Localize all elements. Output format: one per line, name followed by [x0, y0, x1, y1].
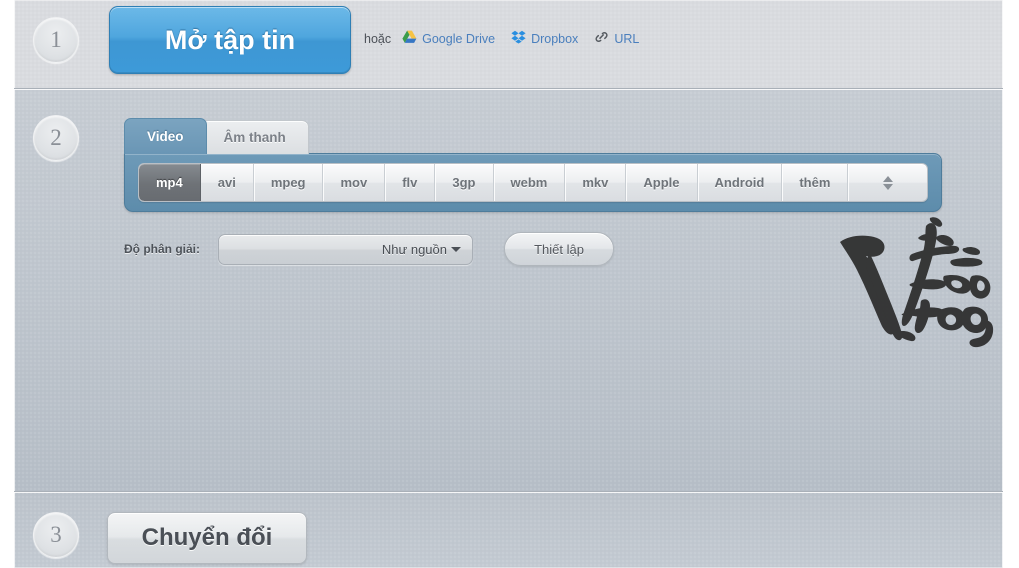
- format-option-flv[interactable]: flv: [385, 164, 436, 201]
- dropbox-icon: [511, 30, 526, 47]
- calligraphy-watermark: [826, 214, 998, 354]
- or-label: hoặc: [364, 31, 392, 46]
- format-option-3gp[interactable]: 3gp: [435, 164, 494, 201]
- format-option-avi[interactable]: avi: [201, 164, 254, 201]
- url-label: URL: [614, 31, 640, 46]
- google-drive-label: Google Drive: [422, 31, 496, 46]
- page-body: 1 Mở tập tin hoặc Google Drive Dropbox U…: [14, 0, 1003, 568]
- open-file-button[interactable]: Mở tập tin: [109, 6, 351, 74]
- chevron-down-icon: [451, 247, 461, 252]
- format-stepper[interactable]: [848, 164, 927, 201]
- media-type-tabs: Video Âm thanh: [124, 118, 309, 154]
- format-option-mpeg[interactable]: mpeg: [254, 164, 324, 201]
- format-option-mp4[interactable]: mp4: [139, 164, 201, 201]
- section-divider-bottom: [14, 491, 1003, 492]
- page-edge-right: [1002, 0, 1003, 568]
- google-drive-link[interactable]: Google Drive: [402, 30, 495, 47]
- converter-page: 1 Mở tập tin hoặc Google Drive Dropbox U…: [0, 0, 1019, 568]
- resolution-label: Độ phân giải:: [124, 242, 200, 256]
- settings-button[interactable]: Thiết lập: [504, 232, 614, 266]
- resolution-dropdown[interactable]: Như nguồn: [218, 234, 473, 265]
- resolution-value: Như nguồn: [381, 242, 447, 257]
- url-link[interactable]: URL: [594, 30, 639, 47]
- format-option-android[interactable]: Android: [698, 164, 783, 201]
- step-number-2: 2: [33, 115, 79, 161]
- format-option-more[interactable]: thêm: [782, 164, 849, 201]
- tab-video[interactable]: Video: [124, 118, 207, 154]
- page-edge-left: [14, 0, 15, 568]
- format-option-apple[interactable]: Apple: [626, 164, 698, 201]
- step-number-1: 1: [33, 17, 79, 63]
- link-icon: [594, 30, 609, 47]
- convert-button[interactable]: Chuyển đổi: [107, 512, 307, 564]
- format-selector: mp4 avi mpeg mov flv 3gp webm mkv Apple …: [138, 163, 928, 202]
- format-option-webm[interactable]: webm: [494, 164, 566, 201]
- step-number-3: 3: [33, 512, 79, 558]
- tab-audio[interactable]: Âm thanh: [200, 120, 309, 154]
- dropbox-label: Dropbox: [531, 31, 579, 46]
- format-option-mkv[interactable]: mkv: [565, 164, 627, 201]
- alternate-sources: hoặc Google Drive Dropbox URL: [364, 30, 639, 47]
- format-option-mov[interactable]: mov: [323, 164, 386, 201]
- dropbox-link[interactable]: Dropbox: [511, 30, 578, 47]
- google-drive-icon: [402, 30, 417, 47]
- updown-arrows-icon: [882, 175, 893, 190]
- section-divider-top: [14, 88, 1003, 89]
